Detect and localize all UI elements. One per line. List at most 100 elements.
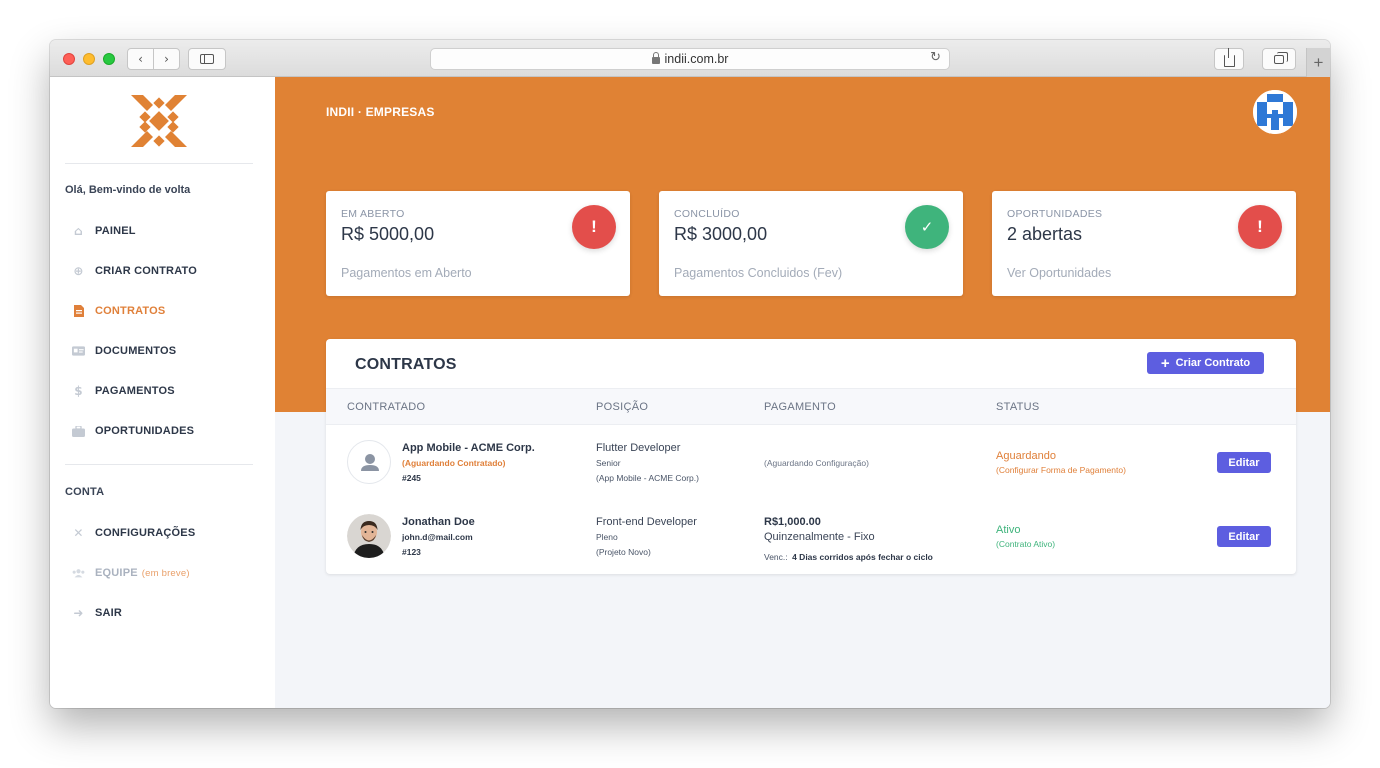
status-detail[interactable]: (Configurar Forma de Pagamento) [996,465,1126,475]
stat-card-oportunidades[interactable]: OPORTUNIDADES 2 abertas Ver Oportunidade… [992,191,1296,296]
sidebar-item-criar-contrato[interactable]: ⊕ CRIAR CONTRATO [72,261,197,281]
forward-arrow-icon[interactable]: › [154,52,179,66]
sidebar-item-label: DOCUMENTOS [95,345,177,357]
sidebar-item-documentos[interactable]: DOCUMENTOS [72,341,176,361]
sidebar-item-pagamentos[interactable]: $ PAGAMENTOS [72,381,175,401]
sidebar-item-oportunidades[interactable]: OPORTUNIDADES [72,421,194,441]
address-text: indii.com.br [664,52,729,66]
lock-icon [651,52,660,64]
contractor-subtitle: (Aguardando Contratado) [402,458,506,468]
alert-icon: ! [572,205,616,249]
history-nav: ‹ › [127,48,180,70]
contract-id: #123 [402,547,421,557]
close-window-button[interactable] [63,53,75,65]
sidebar-item-equipe: EQUIPE (em breve) [72,563,190,583]
sidebar-item-label: CRIAR CONTRATO [95,265,197,277]
sidebar-divider [65,163,253,164]
new-tab-button[interactable]: + [1306,48,1330,77]
user-placeholder-icon [361,454,379,471]
stat-label: CONCLUÍDO [674,208,740,220]
minimize-window-button[interactable] [83,53,95,65]
stat-subtitle: Ver Oportunidades [1007,266,1112,280]
stat-card-concluido[interactable]: CONCLUÍDO R$ 3000,00 Pagamentos Concluid… [659,191,963,296]
stat-subtitle: Pagamentos Concluidos (Fev) [674,266,843,280]
payment-due-label: Venc.: [764,552,788,562]
stat-card-em-aberto[interactable]: EM ABERTO R$ 5000,00 Pagamentos em Abert… [326,191,630,296]
stat-value: R$ 3000,00 [674,224,768,244]
address-bar[interactable]: indii.com.br ↻ [430,48,950,70]
payment-type: Quinzenalmente - Fixo [764,531,875,543]
sidebar-item-configuracoes[interactable]: ✕ CONFIGURAÇÕES [72,523,195,543]
avatar [347,514,391,558]
table-row: Jonathan Doe john.d@mail.com #123 Front-… [326,500,1296,574]
tabs-icon [1274,51,1288,64]
indii-logo[interactable] [131,93,187,149]
brand-title: INDII · EMPRESAS [326,105,435,119]
sign-out-icon: ➜ [73,606,84,620]
sidebar-toggle-button[interactable] [188,48,226,70]
account-section-label: CONTA [65,486,105,498]
sidebar: Olá, Bem-vindo de volta ⌂ PAINEL ⊕ CRIAR… [50,77,275,708]
tools-icon: ✕ [73,526,84,540]
stat-label: OPORTUNIDADES [1007,208,1103,220]
home-icon: ⌂ [74,224,83,238]
payment-amount: R$1,000.00 [764,516,821,528]
share-button[interactable] [1214,47,1244,70]
dollar-icon: $ [74,384,83,398]
app: Olá, Bem-vindo de volta ⌂ PAINEL ⊕ CRIAR… [50,77,1330,708]
document-icon [72,305,85,318]
column-header-contratado: CONTRATADO [347,401,426,413]
browser-window: ‹ › indii.com.br ↻ + Olá, Bem-vindo de v… [50,40,1330,708]
stat-value: 2 abertas [1007,224,1083,244]
briefcase-icon [72,425,85,438]
contractor-name[interactable]: Jonathan Doe [402,516,475,528]
status-detail: (Contrato Ativo) [996,539,1056,549]
sidebar-item-label: EQUIPE [95,567,138,579]
position-project: (App Mobile - ACME Corp.) [596,473,699,483]
main-content: INDII · EMPRESAS EM ABERTO R$ 5000,00 Pa… [275,77,1330,708]
sidebar-icon [200,54,214,64]
payment-due: Venc.: 4 Dias corridos após fechar o cic… [764,547,933,565]
id-card-icon [72,345,85,358]
position-title: Front-end Developer [596,516,697,528]
edit-button[interactable]: Editar [1217,526,1271,547]
sidebar-item-contratos[interactable]: CONTRATOS [72,301,165,321]
sidebar-item-label: OPORTUNIDADES [95,425,195,437]
create-contract-label: Criar Contrato [1175,357,1251,369]
edit-button[interactable]: Editar [1217,452,1271,473]
sidebar-item-painel[interactable]: ⌂ PAINEL [72,221,136,241]
reload-icon[interactable]: ↻ [930,50,941,65]
plus-circle-icon: ⊕ [73,264,84,278]
sidebar-item-label: CONFIGURAÇÕES [95,527,196,539]
coming-soon-label: (em breve) [141,567,190,579]
position-project: (Projeto Novo) [596,547,651,557]
alert-icon: ! [1238,205,1282,249]
back-arrow-icon[interactable]: ‹ [128,52,153,66]
sidebar-item-label: CONTRATOS [95,305,166,317]
position-title: Flutter Developer [596,442,681,454]
sidebar-item-sair[interactable]: ➜ SAIR [72,603,122,623]
contracts-title: CONTRATOS [355,356,457,373]
users-icon [72,567,85,580]
share-icon [1223,47,1235,67]
contractor-email: john.d@mail.com [402,532,473,542]
avatar [347,440,391,484]
contract-id: #245 [402,473,421,483]
zoom-window-button[interactable] [103,53,115,65]
user-avatar[interactable] [1253,90,1297,134]
sidebar-item-label: PAGAMENTOS [95,385,175,397]
column-header-pagamento: PAGAMENTO [764,401,836,413]
stat-label: EM ABERTO [341,208,405,220]
contracts-card: CONTRATOS + Criar Contrato CONTRATADO PO… [326,339,1296,574]
user-photo [347,514,391,558]
sidebar-divider [65,464,253,465]
create-contract-button[interactable]: + Criar Contrato [1147,352,1264,374]
stat-value: R$ 5000,00 [341,224,435,244]
contractor-name[interactable]: App Mobile - ACME Corp. [402,442,535,454]
position-level: Pleno [596,532,618,542]
plus-icon: + [1160,354,1170,372]
column-header-posicao: POSIÇÃO [596,401,649,413]
show-tabs-button[interactable] [1262,48,1296,70]
table-row: App Mobile - ACME Corp. (Aguardando Cont… [326,426,1296,500]
stat-subtitle: Pagamentos em Aberto [341,266,472,280]
